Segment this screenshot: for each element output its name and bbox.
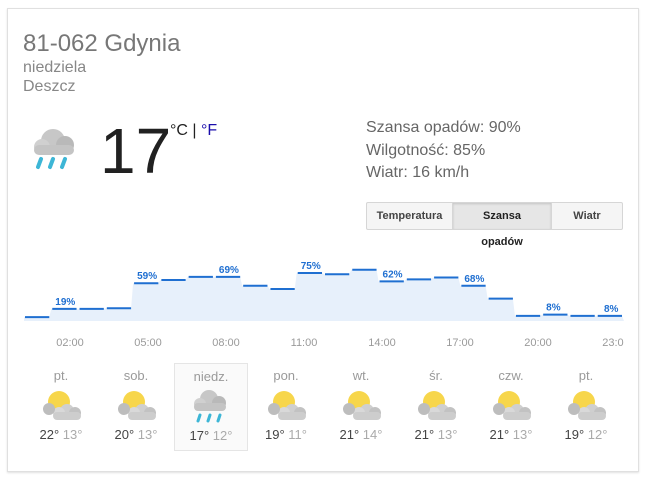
partly-sunny-icon xyxy=(249,385,323,425)
forecast-temps: 22° 13° xyxy=(24,427,98,442)
forecast-day-name: śr. xyxy=(429,368,443,383)
tab-precipitation[interactable]: Szansa opadów xyxy=(453,203,552,248)
forecast-high: 17° xyxy=(189,428,210,443)
unit-switch: °C | °F xyxy=(170,122,217,140)
forecast-low: 12° xyxy=(584,427,608,442)
tab-wind[interactable]: Wiatr xyxy=(552,203,622,229)
forecast-low: 13° xyxy=(509,427,533,442)
forecast-day[interactable]: niedz. 17° 12° xyxy=(174,363,248,451)
chart-tick-label: 20:00 xyxy=(524,337,552,349)
current-temperature: 17 xyxy=(100,115,172,187)
unit-celsius[interactable]: °C xyxy=(170,122,188,139)
partly-sunny-icon xyxy=(99,385,173,425)
unit-fahrenheit[interactable]: °F xyxy=(201,122,217,139)
chart-data-label: 19% xyxy=(55,297,75,308)
forecast-temps: 19° 11° xyxy=(249,427,323,442)
forecast-day-name: pt. xyxy=(53,368,69,383)
chart-data-label: 75% xyxy=(301,261,321,272)
forecast-high: 22° xyxy=(39,427,60,442)
rain-cloud-icon xyxy=(175,386,247,426)
chart-data-label: 68% xyxy=(464,274,484,285)
forecast-day-name: pon. xyxy=(273,368,299,383)
chart-tick-label: 08:00 xyxy=(212,337,240,349)
forecast-day[interactable]: wt. 21° 14° xyxy=(324,363,398,451)
wind-speed: Wiatr: 16 km/h xyxy=(366,164,470,181)
forecast-high: 21° xyxy=(339,427,360,442)
forecast-day-name: niedz. xyxy=(193,369,229,384)
forecast-temps: 17° 12° xyxy=(175,428,247,443)
forecast-day-name: sob. xyxy=(123,368,149,383)
partly-sunny-icon xyxy=(24,385,98,425)
forecast-high: 21° xyxy=(414,427,435,442)
forecast-high: 19° xyxy=(564,427,585,442)
chart-tick-label: 14:00 xyxy=(368,337,396,349)
chart-data-label: 59% xyxy=(137,271,157,282)
unit-separator: | xyxy=(192,122,197,139)
partly-sunny-icon xyxy=(474,385,548,425)
chart-data-label: 8% xyxy=(546,303,561,314)
forecast-low: 12° xyxy=(209,428,233,443)
location-title: 81-062 Gdynia xyxy=(23,30,181,57)
chart-tick-label: 17:00 xyxy=(446,337,474,349)
chart-tabs: Temperatura Szansa opadów Wiatr xyxy=(366,202,623,248)
chart-data-label: 8% xyxy=(604,304,619,315)
precip-chance: Szansa opadów: 90% xyxy=(366,119,521,136)
forecast-day-name: pt. xyxy=(578,368,594,383)
current-condition: Deszcz xyxy=(23,78,76,95)
forecast-temps: 21° 13° xyxy=(474,427,548,442)
forecast-low: 14° xyxy=(359,427,383,442)
humidity: Wilgotność: 85% xyxy=(366,142,486,159)
forecast-temps: 21° 13° xyxy=(399,427,473,442)
forecast-high: 19° xyxy=(265,427,285,442)
forecast-day[interactable]: pt. 19° 12° xyxy=(549,363,623,451)
forecast-high: 21° xyxy=(489,427,510,442)
chart-area-fill xyxy=(24,269,624,321)
forecast-day[interactable]: sob. 20° 13° xyxy=(99,363,173,451)
forecast-temps: 19° 12° xyxy=(549,427,623,442)
chart-data-label: 69% xyxy=(219,265,239,276)
forecast-day[interactable]: pt. 22° 13° xyxy=(24,363,98,451)
chart-tick-label: 23:00 xyxy=(602,337,624,349)
rain-cloud-icon xyxy=(34,129,74,169)
forecast-day[interactable]: pon. 19° 11° xyxy=(249,363,323,451)
forecast-low: 11° xyxy=(284,427,307,442)
current-day: niedziela xyxy=(23,59,87,76)
forecast-day[interactable]: śr. 21° 13° xyxy=(399,363,473,451)
partly-sunny-icon xyxy=(549,385,623,425)
forecast-low: 13° xyxy=(134,427,158,442)
weather-card: 81-062 Gdynia niedziela Deszcz 17 °C | °… xyxy=(7,8,639,472)
forecast-low: 13° xyxy=(434,427,458,442)
partly-sunny-icon xyxy=(399,385,473,425)
chart-tick-label: 02:00 xyxy=(56,337,84,349)
tab-temperature[interactable]: Temperatura xyxy=(367,203,453,229)
forecast-high: 20° xyxy=(114,427,135,442)
forecast-day[interactable]: czw. 21° 13° xyxy=(474,363,548,451)
chart-tick-label: 05:00 xyxy=(134,337,162,349)
forecast-temps: 20° 13° xyxy=(99,427,173,442)
precipitation-chart: 02:00 05:00 08:00 11:00 14:00 17:00 20:00 23:00… xyxy=(24,261,624,349)
forecast-low: 13° xyxy=(59,427,83,442)
forecast-temps: 21° 14° xyxy=(324,427,398,442)
chart-tick-label: 11:00 xyxy=(291,337,318,349)
partly-sunny-icon xyxy=(324,385,398,425)
chart-data-label: 62% xyxy=(383,269,403,280)
forecast-day-name: wt. xyxy=(352,368,370,383)
forecast-day-name: czw. xyxy=(498,368,524,383)
